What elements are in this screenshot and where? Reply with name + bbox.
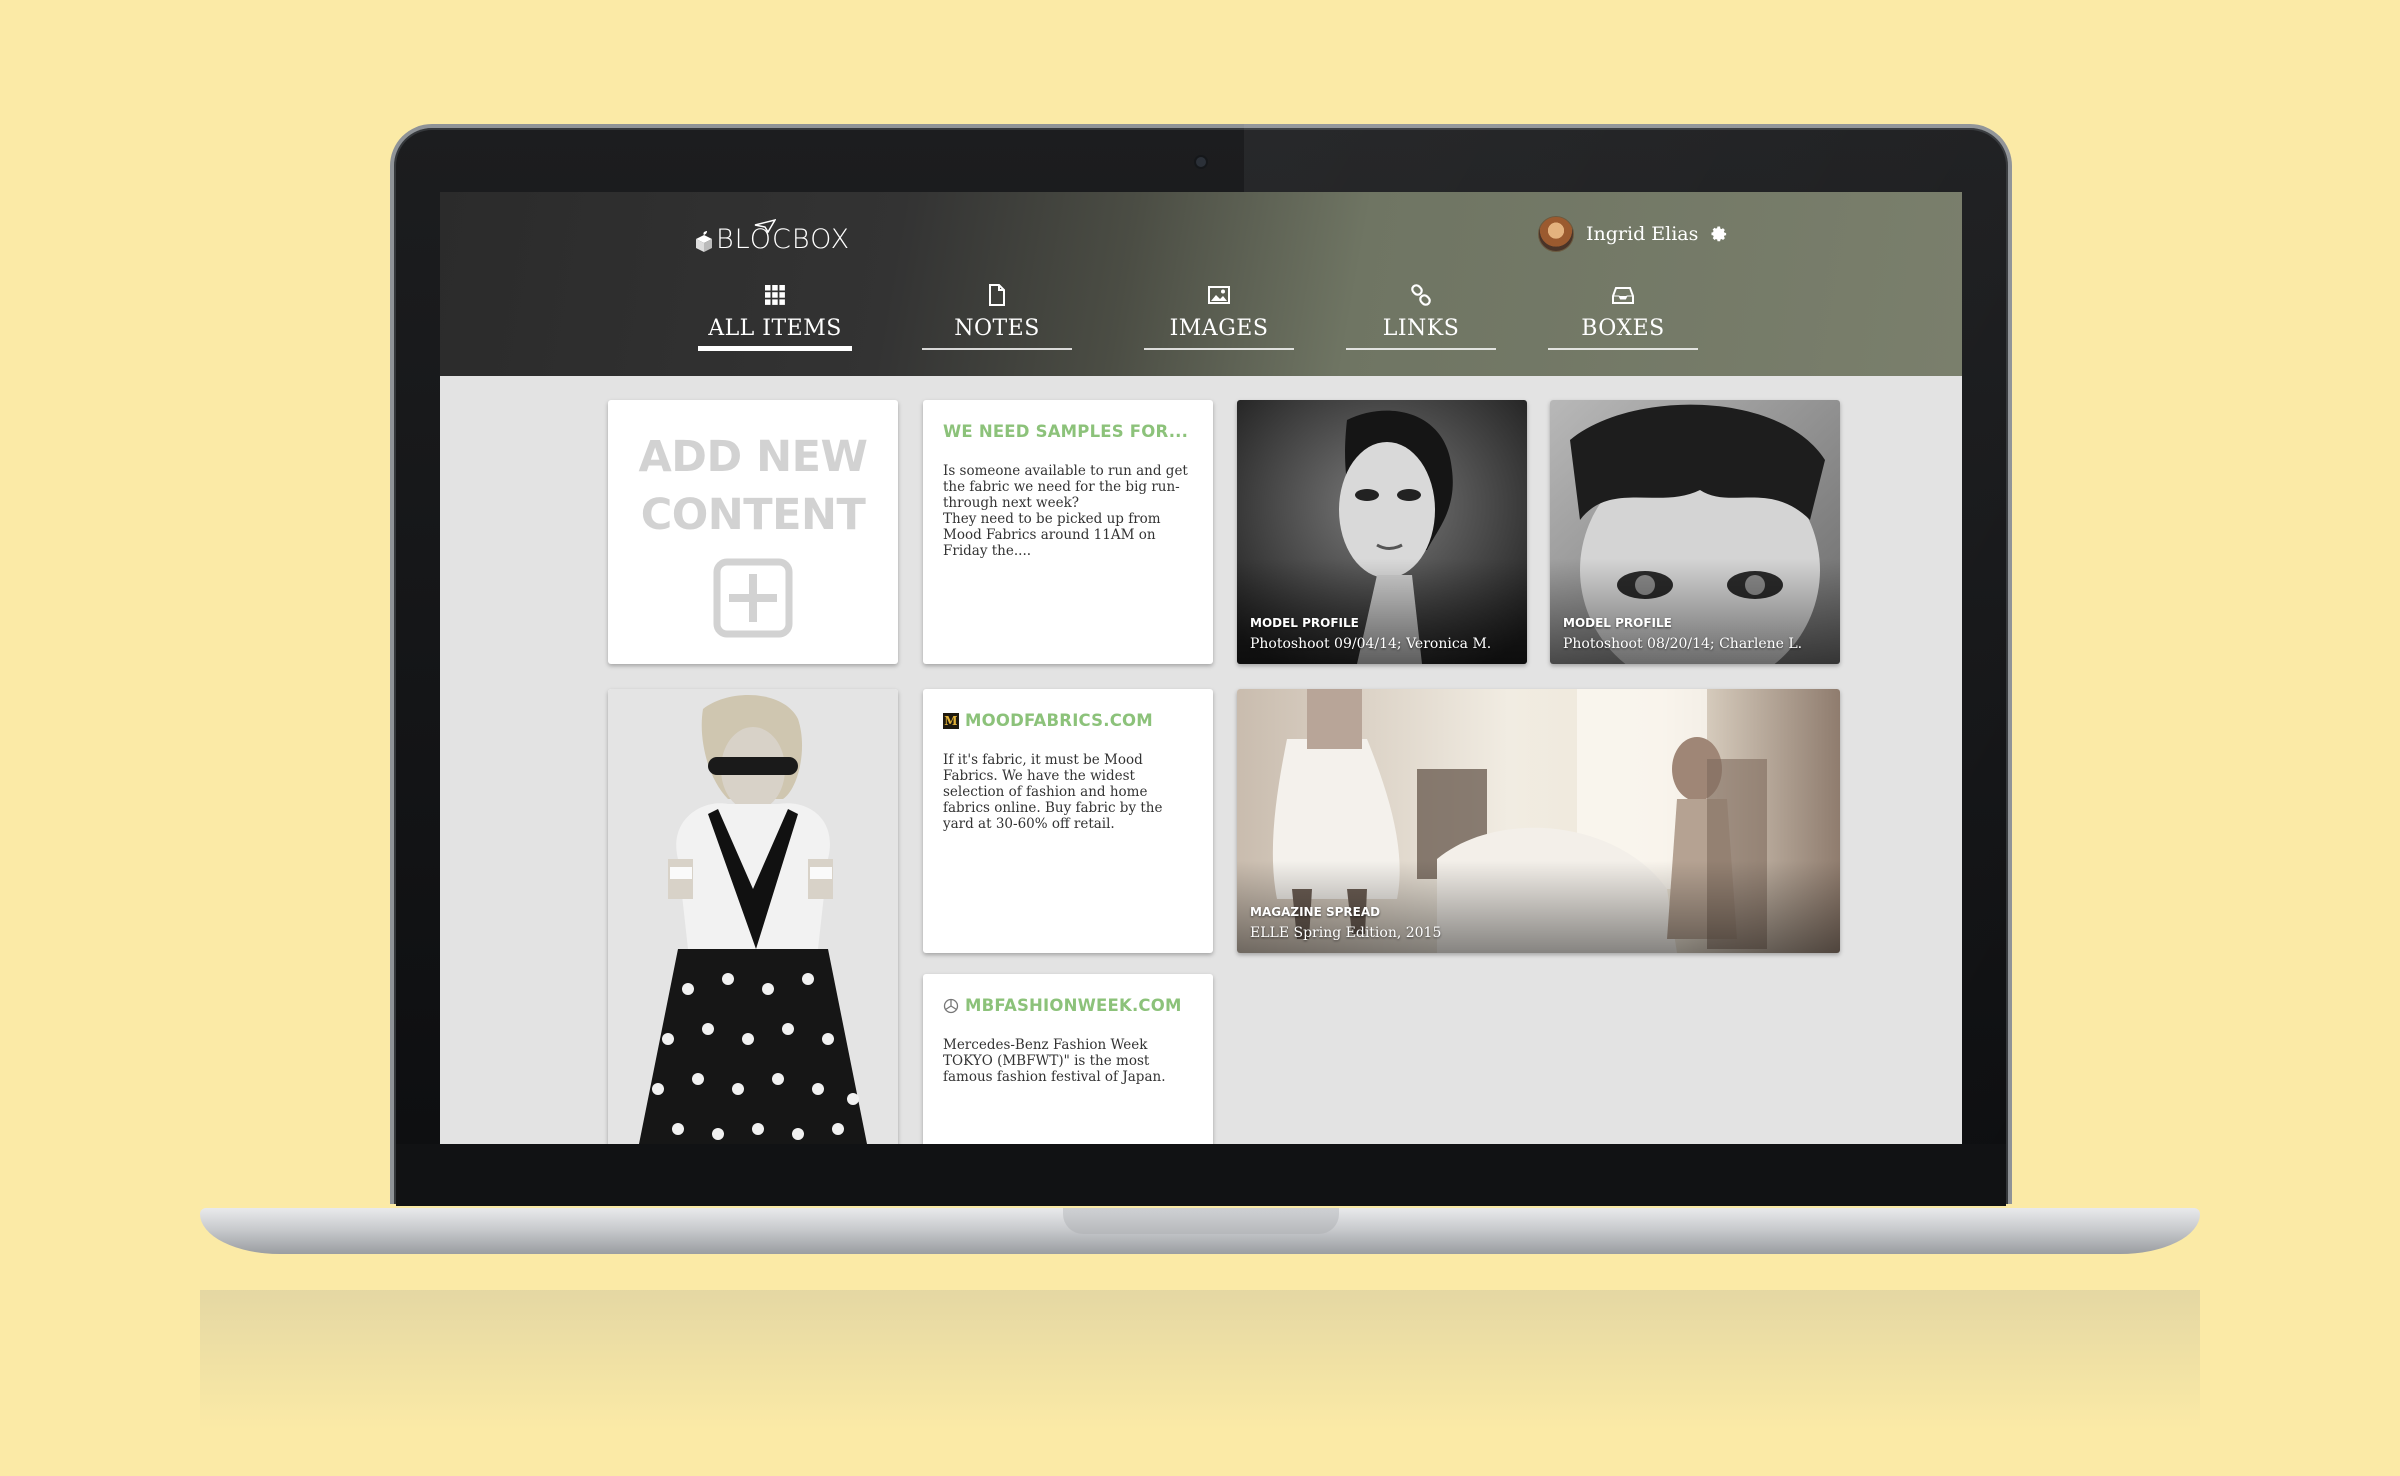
tab-label: LINKS [1382, 316, 1460, 341]
tab-label: ALL ITEMS [708, 316, 842, 341]
gear-icon[interactable] [1710, 225, 1728, 243]
image-card[interactable]: MODEL PROFILE Photoshoot 09/04/14; Veron… [1237, 400, 1527, 664]
tab-links[interactable]: LINKS [1346, 284, 1496, 374]
image-caption: MODEL PROFILE Photoshoot 08/20/14; Charl… [1563, 616, 1802, 652]
tab-images[interactable]: IMAGES [1144, 284, 1294, 374]
link-description: Mercedes-Benz Fashion Week TOKYO (MBFWT)… [943, 1037, 1166, 1085]
cube-leaf-icon [696, 231, 712, 252]
main-tabs: ALL ITEMS NOTES IMAGES LINKS BOXES [698, 284, 1698, 374]
tab-indicator [698, 346, 852, 351]
webcam [1194, 155, 1208, 169]
inbox-icon [1612, 287, 1634, 304]
link-title-text[interactable]: MBFASHIONWEEK.COM [965, 996, 1182, 1015]
image-category: MAGAZINE SPREAD [1250, 905, 1381, 919]
image-title: Photoshoot 08/20/14; Charlene L. [1563, 636, 1803, 652]
tab-label: BOXES [1581, 316, 1665, 341]
fashion-photo [608, 689, 898, 1144]
link-icon [1411, 284, 1431, 306]
note-title-text: WE NEED SAMPLES FOR... [943, 422, 1189, 441]
user-name: Ingrid Elias [1586, 223, 1699, 245]
link-title: MBFASHIONWEEK.COM [943, 996, 1193, 1015]
avatar[interactable] [1538, 216, 1574, 252]
tab-indicator [922, 348, 1072, 350]
note-title: WE NEED SAMPLES FOR... [943, 422, 1193, 441]
link-description: If it's fabric, it must be Mood Fabrics.… [943, 752, 1163, 832]
image-category: MODEL PROFILE [1250, 616, 1359, 630]
tab-notes[interactable]: NOTES [922, 284, 1072, 374]
mercedes-benz-icon [943, 998, 959, 1013]
user-menu[interactable]: Ingrid Elias [1538, 216, 1728, 252]
app-screen: BLOCBOX Ingrid Elias ALL ITEMS NOTES IMA… [440, 192, 1962, 1144]
laptop-bezel [396, 1144, 2006, 1206]
tab-label: NOTES [954, 316, 1040, 341]
image-title: Photoshoot 09/04/14; Veronica M. [1250, 636, 1492, 652]
link-card[interactable]: M MOODFABRICS.COM If it's fabric, it mus… [923, 689, 1213, 953]
tab-boxes[interactable]: BOXES [1548, 284, 1698, 374]
image-caption: MAGAZINE SPREAD ELLE Spring Edition, 201… [1250, 905, 1441, 941]
laptop-reflection [200, 1290, 2200, 1430]
link-title: M MOODFABRICS.COM [943, 711, 1193, 730]
image-caption: MODEL PROFILE Photoshoot 09/04/14; Veron… [1250, 616, 1491, 652]
tab-all-items[interactable]: ALL ITEMS [698, 284, 852, 374]
grid-icon [765, 285, 785, 305]
tab-indicator [1346, 348, 1496, 350]
image-icon [1208, 286, 1230, 304]
image-card[interactable]: MODEL PROFILE Photoshoot 08/20/14; Charl… [1550, 400, 1840, 664]
brand-logo[interactable]: BLOCBOX [694, 219, 872, 255]
image-title: ELLE Spring Edition, 2015 [1250, 925, 1442, 941]
note-body: Is someone available to run and get the … [943, 463, 1188, 559]
link-title-text[interactable]: MOODFABRICS.COM [965, 711, 1153, 730]
tab-indicator [1548, 348, 1698, 350]
note-card[interactable]: WE NEED SAMPLES FOR... Is someone availa… [923, 400, 1213, 664]
paper-plane-icon [754, 219, 777, 233]
app-header: BLOCBOX Ingrid Elias ALL ITEMS NOTES IMA… [440, 192, 1962, 376]
laptop-notch [1063, 1208, 1339, 1234]
tab-indicator [1144, 348, 1294, 350]
document-icon [989, 284, 1005, 306]
add-content-card[interactable]: ADD NEW CONTENT [608, 400, 898, 664]
brand-name: BLOCBOX [716, 224, 851, 255]
image-card[interactable]: MAGAZINE SPREAD ELLE Spring Edition, 201… [1237, 689, 1840, 953]
image-category: MODEL PROFILE [1563, 616, 1672, 630]
plus-icon[interactable] [713, 558, 793, 638]
tab-label: IMAGES [1169, 316, 1269, 341]
add-content-title: ADD NEW CONTENT [638, 432, 868, 540]
link-card[interactable]: MBFASHIONWEEK.COM Mercedes-Benz Fashion … [923, 974, 1213, 1144]
image-card[interactable] [608, 689, 898, 1144]
mood-fabrics-icon: M [943, 712, 959, 729]
